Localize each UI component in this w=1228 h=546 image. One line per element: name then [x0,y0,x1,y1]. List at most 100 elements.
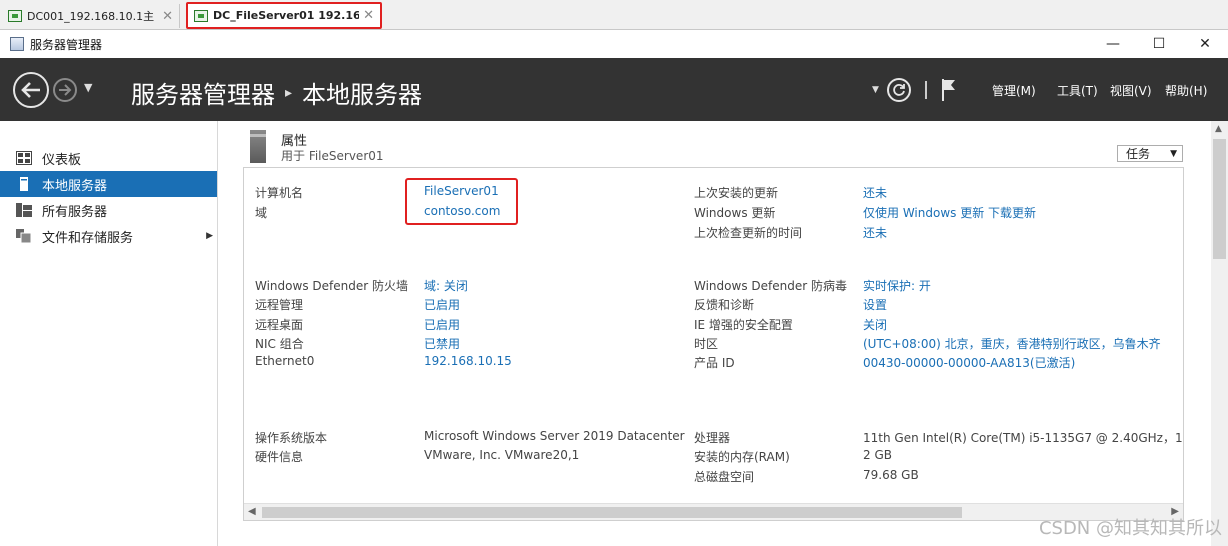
prop-label: Ethernet0 [255,354,315,368]
window-title: 服务器管理器 [30,37,103,52]
ethernet-link[interactable]: 192.168.10.15 [424,354,512,368]
window-title-bar: 服务器管理器 — ☐ ✕ [0,30,1228,58]
breadcrumb-current: 本地服务器 [302,81,423,109]
sidebar-item-label: 仪表板 [42,152,82,168]
prop-label: 总磁盘空间 [694,470,755,484]
properties-panel: 计算机名 FileServer01 域 contoso.com Windows … [243,167,1184,521]
sidebar: 仪表板 本地服务器 所有服务器 文件和存储服务 ▶ [0,121,218,546]
prop-label: NIC 组合 [255,337,304,351]
sidebar-item-dashboard[interactable]: 仪表板 [0,145,217,171]
disk-space-value: 79.68 GB [863,468,919,482]
menu-tools[interactable]: 工具(T) [1057,82,1098,99]
prop-label: 时区 [694,337,719,351]
hardware-value: VMware, Inc. VMware20,1 [424,448,580,462]
server-tower-icon [250,130,266,163]
windows-update-link[interactable]: 仅使用 Windows 更新 下载更新 [863,204,1036,221]
refresh-button[interactable] [886,78,911,102]
tab-label: DC001_192.168.10.1主 [27,10,155,23]
tab-fileserver01[interactable]: DC_FileServer01 192.168.... ✕ [186,2,382,29]
menu-help[interactable]: 帮助(H) [1165,82,1207,99]
sidebar-item-label: 所有服务器 [42,204,108,220]
minimize-button[interactable]: — [1090,30,1136,58]
highlight-annotation-box [405,178,518,225]
tab-label: DC_FileServer01 192.168.... [213,9,360,22]
breadcrumb: 服务器管理器 ▸ 本地服务器 [131,75,422,110]
ram-value: 2 GB [863,448,892,462]
ie-esc-link[interactable]: 关闭 [863,316,887,333]
prop-label: 反馈和诊断 [694,298,755,312]
breadcrumb-separator-icon: ▸ [285,84,293,101]
toolbar-divider [924,81,927,99]
dashboard-icon [16,151,32,165]
timezone-link[interactable]: (UTC+08:00) 北京，重庆，香港特别行政区，乌鲁木齐 [863,335,1161,352]
watermark: CSDN @知其知其所以 [1038,518,1222,539]
prop-label: 域 [255,206,268,220]
prop-label: 远程桌面 [255,318,304,332]
arrow-right-icon [59,84,72,96]
properties-subtitle: 用于 FileServer01 [281,149,384,163]
feedback-link[interactable]: 设置 [863,296,887,313]
scroll-left-icon[interactable]: ◀ [248,506,256,517]
tasks-label: 任务 [1126,147,1151,161]
prop-label: 上次安装的更新 [694,186,779,200]
vertical-scrollbar[interactable]: ▲ [1211,121,1228,546]
menu-view[interactable]: 视图(V) [1110,82,1152,99]
sidebar-item-label: 文件和存储服务 [42,230,134,246]
last-update-link[interactable]: 还未 [863,184,887,201]
servers-icon [16,203,32,217]
breadcrumb-root[interactable]: 服务器管理器 [131,75,275,110]
prop-label: 处理器 [694,431,731,445]
firewall-link[interactable]: 域: 关闭 [424,277,468,294]
main-content: 属性 用于 FileServer01 任务 ▼ 计算机名 FileServer0… [219,121,1228,546]
server-icon [16,177,32,191]
forward-button[interactable] [53,78,77,102]
nic-teaming-link[interactable]: 已禁用 [424,335,460,352]
defender-link[interactable]: 实时保护: 开 [863,277,931,294]
tab-dc001[interactable]: DC001_192.168.10.1主 ✕ [2,4,180,28]
prop-label: Windows Defender 防火墙 [255,279,408,293]
remote-management-link[interactable]: 已启用 [424,296,460,313]
sidebar-item-all-servers[interactable]: 所有服务器 [0,197,217,223]
sidebar-item-file-storage[interactable]: 文件和存储服务 ▶ [0,223,217,249]
product-id-link[interactable]: 00430-00000-00000-AA813(已激活) [863,354,1075,371]
tasks-dropdown[interactable]: 任务 ▼ [1117,145,1183,162]
prop-label: 计算机名 [255,186,304,200]
prop-label: 产品 ID [694,356,735,370]
last-check-link[interactable]: 还未 [863,224,887,241]
prop-label: Windows 更新 [694,206,776,220]
maximize-button[interactable]: ☐ [1136,30,1182,58]
refresh-dropdown-icon[interactable]: ▼ [872,85,879,95]
scrollbar-thumb[interactable] [1213,139,1226,259]
close-tab-icon[interactable]: ✕ [363,8,374,23]
server-manager-app-icon [10,37,24,51]
close-tab-icon[interactable]: ✕ [162,9,173,24]
scrollbar-thumb[interactable] [262,507,962,518]
storage-icon [16,229,32,243]
processor-value: 11th Gen Intel(R) Core(TM) i5-1135G7 @ 2… [863,431,1184,445]
expand-arrow-icon[interactable]: ▶ [206,231,213,241]
sidebar-item-label: 本地服务器 [42,178,108,194]
menu-manage[interactable]: 管理(M) [992,82,1036,99]
history-dropdown-icon[interactable]: ▼ [84,81,92,94]
session-tab-bar: DC001_192.168.10.1主 ✕ DC_FileServer01 19… [0,0,1228,30]
close-window-button[interactable]: ✕ [1182,30,1228,58]
app-header: ▼ 服务器管理器 ▸ 本地服务器 ▼ 管理(M) 工具(T) 视图(V) 帮助(… [0,58,1228,121]
prop-label: Windows Defender 防病毒 [694,279,847,293]
notifications-flag-icon[interactable] [941,78,957,102]
remote-desktop-icon [194,9,208,22]
remote-desktop-icon [8,10,22,22]
scroll-up-icon[interactable]: ▲ [1215,124,1222,134]
refresh-icon [893,84,905,96]
prop-label: 上次检查更新的时间 [694,226,803,240]
prop-label: 安装的内存(RAM) [694,450,790,464]
back-button[interactable] [13,72,49,108]
prop-label: IE 增强的安全配置 [694,318,793,332]
os-version-value: Microsoft Windows Server 2019 Datacenter [424,429,685,443]
prop-label: 硬件信息 [255,450,304,464]
prop-label: 操作系统版本 [255,431,328,445]
remote-desktop-link[interactable]: 已启用 [424,316,460,333]
prop-label: 远程管理 [255,298,304,312]
arrow-left-icon [21,82,40,98]
chevron-down-icon: ▼ [1170,148,1177,159]
sidebar-item-local-server[interactable]: 本地服务器 [0,171,217,197]
